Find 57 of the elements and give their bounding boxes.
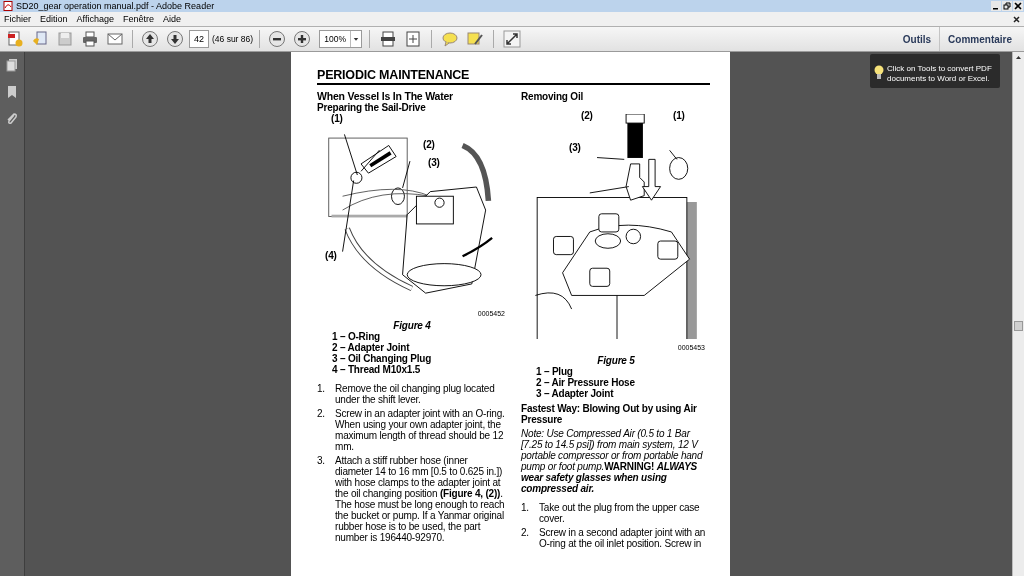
zoom-field[interactable]: 100% bbox=[319, 30, 363, 48]
scroll-thumb[interactable] bbox=[1014, 321, 1023, 331]
section-subheading: Preparing the Sail-Drive bbox=[317, 102, 427, 113]
window-title: SD20_gear operation manual.pdf - Adobe Reader bbox=[16, 1, 215, 11]
page-count: (46 sur 86) bbox=[212, 32, 254, 46]
figure-caption: Figure 4 bbox=[392, 320, 432, 331]
menu-item[interactable]: Fenêtre bbox=[122, 14, 154, 24]
pages-icon[interactable] bbox=[5, 58, 19, 72]
close-icon[interactable] bbox=[1013, 15, 1020, 23]
step-text: Screw in a second adapter joint with an O-ring at the oil inlet position. Screw in bbox=[539, 527, 707, 549]
legend-item: 1 – O-Ring bbox=[332, 331, 380, 342]
legend-item: 3 – Adapter Joint bbox=[536, 388, 615, 399]
step-text: Take out the plug from the upper case cover. bbox=[539, 502, 701, 524]
step-number: 3. bbox=[317, 455, 326, 468]
panel-tab[interactable]: Commentaire bbox=[939, 27, 1020, 51]
callout-label: (4) bbox=[325, 250, 337, 261]
legend-item: 4 – Thread M10x1.5 bbox=[332, 364, 421, 375]
legend-item: 1 – Plug bbox=[536, 366, 573, 377]
minimize-icon[interactable] bbox=[991, 1, 1001, 11]
section-subheading: Fastest Way: Blowing Out by using Air Pressure bbox=[521, 403, 698, 425]
menu-item[interactable]: Aide bbox=[162, 14, 181, 24]
close-icon[interactable] bbox=[1013, 1, 1023, 11]
callout-label: (1) bbox=[673, 110, 685, 121]
bookmark-icon[interactable] bbox=[5, 85, 19, 99]
section-heading: Removing Oil bbox=[521, 91, 585, 102]
menu-item[interactable]: Edition bbox=[40, 14, 68, 24]
step-text: Attach a stiff rubber hose (inner diameter 14 to 16 mm [0.5 to 0.625 in.]) with hose clamps to the adapter joint at the oil changing position (Figure 4, (2)). The hose must be long enough to reach the bucket or pump. If a Yanmar original rubber hose is to be used, the part number is 196440-92970. bbox=[335, 455, 506, 543]
page-header: PERIODIC MAINTENANCE bbox=[317, 68, 710, 85]
previous-page-icon[interactable] bbox=[139, 28, 161, 50]
note-text: Note: Use Compressed Air (0.5 to 1 Bar [7.25 to 14.5 psi]) from main system, 12 V portable compressor or from portable hand pump or foot pump.WARNING! ALWAYS wear safety glasses when using compressed air. bbox=[521, 428, 704, 494]
step-number: 1. bbox=[317, 383, 326, 396]
section-heading: When Vessel Is In The Water bbox=[317, 91, 454, 102]
step-number: 1. bbox=[521, 502, 530, 515]
next-page-icon[interactable] bbox=[164, 28, 186, 50]
page-number-field[interactable]: 42 bbox=[189, 30, 209, 48]
tooltip-text: Click on Tools to convert PDF documents to Word or Excel. bbox=[887, 64, 993, 84]
panel-tab[interactable]: Outils bbox=[894, 27, 940, 51]
legend-item: 2 – Air Pressure Hose bbox=[536, 377, 636, 388]
step-number: 2. bbox=[521, 527, 530, 540]
step-number: 2. bbox=[317, 408, 326, 421]
paperclip-icon[interactable] bbox=[5, 112, 19, 126]
callout-label: (2) bbox=[423, 139, 435, 150]
step-text: Remove the oil changing plug located under the shift lever. bbox=[335, 383, 496, 405]
menu-item[interactable]: Affichage bbox=[76, 14, 114, 24]
full-screen-icon[interactable] bbox=[501, 28, 524, 50]
legend-item: 3 – Oil Changing Plug bbox=[332, 353, 433, 364]
pdf-file-icon bbox=[3, 1, 13, 11]
callout-label: (3) bbox=[569, 142, 581, 153]
menu-item[interactable]: Fichier bbox=[4, 14, 31, 24]
restore-icon[interactable] bbox=[1002, 1, 1012, 11]
lightbulb-icon bbox=[874, 65, 884, 81]
figure-caption: Figure 5 bbox=[596, 355, 636, 366]
callout-label: (1) bbox=[331, 113, 343, 124]
step-text: Screw in an adapter joint with an O-ring. When using your own adapter joint, the maximum length of thread should be 12 mm. bbox=[335, 408, 506, 452]
legend-item: 2 – Adapter Joint bbox=[332, 342, 410, 353]
callout-label: (2) bbox=[581, 110, 593, 121]
callout-label: (3) bbox=[428, 157, 440, 168]
